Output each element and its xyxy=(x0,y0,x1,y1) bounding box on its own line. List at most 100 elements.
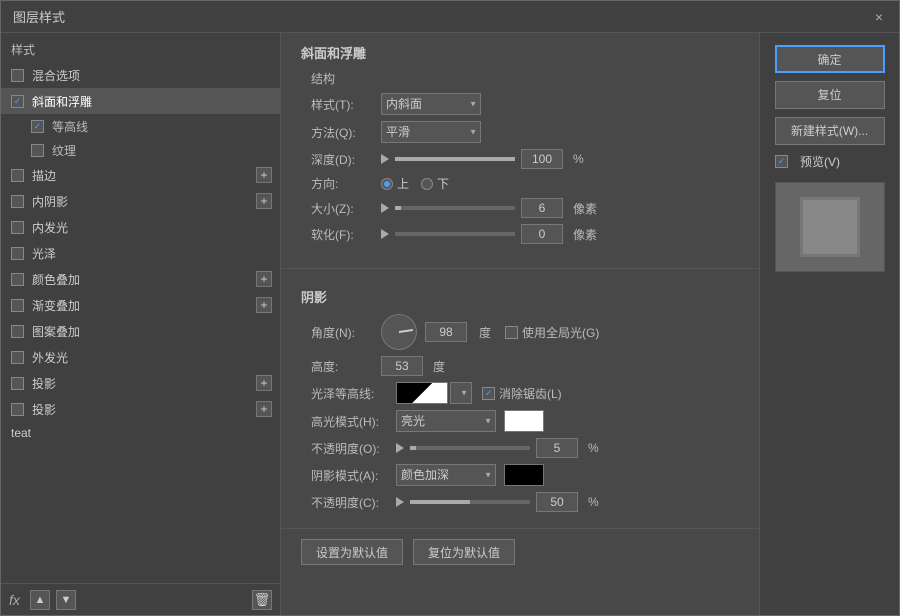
direction-up-label: 上 xyxy=(397,175,409,192)
angle-input[interactable] xyxy=(425,322,467,342)
sidebar-item-inner-glow[interactable]: 内发光 xyxy=(1,214,280,240)
inner-shadow-add-button[interactable]: + xyxy=(256,193,272,209)
gloss-contour-row: 光泽等高线: 消除锯齿(L) xyxy=(301,382,739,404)
size-unit: 像素 xyxy=(573,200,597,217)
color-overlay-add-button[interactable]: + xyxy=(256,271,272,287)
shadow-opacity-unit: % xyxy=(588,495,599,509)
reset-default-button[interactable]: 复位为默认值 xyxy=(413,539,515,565)
global-light-label[interactable]: 使用全局光(G) xyxy=(505,324,599,341)
delete-button[interactable]: 🗑 xyxy=(252,590,272,610)
drop-shadow-1-checkbox[interactable] xyxy=(11,377,24,390)
texture-label: 纹理 xyxy=(52,142,76,159)
soften-slider-track[interactable] xyxy=(395,232,515,236)
shadow-opacity-slider-arrow xyxy=(396,497,404,507)
stroke-checkbox[interactable] xyxy=(11,169,24,182)
highlight-mode-select[interactable]: 亮光 正常 溶解 变暗 xyxy=(396,410,496,432)
bevel-section-title: 斜面和浮雕 xyxy=(301,43,739,62)
drop-shadow-1-label: 投影 xyxy=(32,375,56,392)
global-light-checkbox[interactable] xyxy=(505,326,518,339)
shadow-opacity-label: 不透明度(C): xyxy=(311,494,396,511)
sidebar-item-satin[interactable]: 光泽 xyxy=(1,240,280,266)
size-slider-arrow xyxy=(381,203,389,213)
method-select[interactable]: 平滑 雕刻清晰 雕刻柔和 xyxy=(381,121,481,143)
pattern-overlay-checkbox[interactable] xyxy=(11,325,24,338)
soften-input[interactable] xyxy=(521,224,563,244)
direction-down-item[interactable]: 下 xyxy=(421,175,449,192)
sidebar-item-blend[interactable]: 混合选项 xyxy=(1,62,280,88)
angle-label: 角度(N): xyxy=(311,324,381,341)
anti-alias-checkbox[interactable] xyxy=(482,387,495,400)
close-button[interactable]: × xyxy=(871,9,887,25)
size-input[interactable] xyxy=(521,198,563,218)
drop-shadow-2-add-button[interactable]: + xyxy=(256,401,272,417)
inner-shadow-checkbox[interactable] xyxy=(11,195,24,208)
ok-button[interactable]: 确定 xyxy=(775,45,885,73)
global-light-text: 使用全局光(G) xyxy=(522,324,599,341)
direction-down-radio[interactable] xyxy=(421,178,433,190)
blend-checkbox[interactable] xyxy=(11,69,24,82)
sidebar-item-texture[interactable]: 纹理 xyxy=(1,138,280,162)
highlight-opacity-track[interactable] xyxy=(410,446,530,450)
sidebar-item-drop-shadow-1[interactable]: 投影 + xyxy=(1,370,280,396)
gradient-overlay-checkbox[interactable] xyxy=(11,299,24,312)
direction-up-radio[interactable] xyxy=(381,178,393,190)
highlight-opacity-input[interactable] xyxy=(536,438,578,458)
drop-shadow-1-add-button[interactable]: + xyxy=(256,375,272,391)
altitude-input[interactable] xyxy=(381,356,423,376)
preview-checkbox[interactable] xyxy=(775,155,788,168)
depth-input[interactable] xyxy=(521,149,563,169)
gloss-contour-preview[interactable] xyxy=(396,382,448,404)
stroke-add-button[interactable]: + xyxy=(256,167,272,183)
outer-glow-checkbox[interactable] xyxy=(11,351,24,364)
sidebar-item-bevel[interactable]: 斜面和浮雕 xyxy=(1,88,280,114)
contour-checkbox[interactable] xyxy=(31,120,44,133)
shadow-opacity-input[interactable] xyxy=(536,492,578,512)
sidebar-item-gradient-overlay[interactable]: 渐变叠加 + xyxy=(1,292,280,318)
bevel-label: 斜面和浮雕 xyxy=(32,93,92,110)
dialog-title: 图层样式 xyxy=(13,7,65,26)
size-slider-fill xyxy=(395,206,401,210)
sidebar-item-inner-shadow[interactable]: 内阴影 + xyxy=(1,188,280,214)
direction-up-item[interactable]: 上 xyxy=(381,175,409,192)
drop-shadow-2-checkbox[interactable] xyxy=(11,403,24,416)
sidebar-item-color-overlay[interactable]: 颜色叠加 + xyxy=(1,266,280,292)
preview-box xyxy=(775,182,885,272)
sidebar-item-pattern-overlay[interactable]: 图案叠加 xyxy=(1,318,280,344)
move-down-button[interactable]: ▼ xyxy=(56,590,76,610)
shadow-color-swatch[interactable] xyxy=(504,464,544,486)
preview-check-container[interactable]: 预览(V) xyxy=(770,153,840,170)
move-up-button[interactable]: ▲ xyxy=(30,590,50,610)
highlight-opacity-unit: % xyxy=(588,441,599,455)
fx-label: fx xyxy=(9,592,20,608)
shadow-opacity-track[interactable] xyxy=(410,500,530,504)
texture-checkbox[interactable] xyxy=(31,144,44,157)
size-slider-track[interactable] xyxy=(395,206,515,210)
reset-button[interactable]: 复位 xyxy=(775,81,885,109)
shadow-mode-select[interactable]: 颜色加深 正常 溶解 xyxy=(396,464,496,486)
sidebar-item-drop-shadow-2[interactable]: 投影 + xyxy=(1,396,280,422)
gradient-overlay-add-button[interactable]: + xyxy=(256,297,272,313)
angle-dial[interactable] xyxy=(381,314,417,350)
left-panel-footer: fx ▲ ▼ 🗑 xyxy=(1,583,280,615)
anti-alias-label[interactable]: 消除锯齿(L) xyxy=(482,385,562,402)
gloss-contour-select[interactable] xyxy=(450,382,472,404)
depth-slider-track[interactable] xyxy=(395,157,515,161)
bevel-section: 斜面和浮雕 结构 样式(T): 内斜面 外斜面 浮雕效果 枕状浮雕 描边浮雕 xyxy=(281,33,759,260)
angle-row: 角度(N): 度 使用全局光(G) xyxy=(301,314,739,350)
new-style-button[interactable]: 新建样式(W)... xyxy=(775,117,885,145)
structure-title: 结构 xyxy=(301,70,739,87)
sidebar-item-stroke[interactable]: 描边 + xyxy=(1,162,280,188)
highlight-opacity-fill xyxy=(410,446,416,450)
method-label: 方法(Q): xyxy=(311,124,381,141)
bevel-checkbox[interactable] xyxy=(11,95,24,108)
sidebar-item-contour[interactable]: 等高线 xyxy=(1,114,280,138)
bottom-actions: 设置为默认值 复位为默认值 xyxy=(281,528,759,575)
set-default-button[interactable]: 设置为默认值 xyxy=(301,539,403,565)
highlight-color-swatch[interactable] xyxy=(504,410,544,432)
color-overlay-checkbox[interactable] xyxy=(11,273,24,286)
style-select[interactable]: 内斜面 外斜面 浮雕效果 枕状浮雕 描边浮雕 xyxy=(381,93,481,115)
inner-glow-checkbox[interactable] xyxy=(11,221,24,234)
satin-checkbox[interactable] xyxy=(11,247,24,260)
sidebar-item-outer-glow[interactable]: 外发光 xyxy=(1,344,280,370)
highlight-mode-label: 高光模式(H): xyxy=(311,413,396,430)
